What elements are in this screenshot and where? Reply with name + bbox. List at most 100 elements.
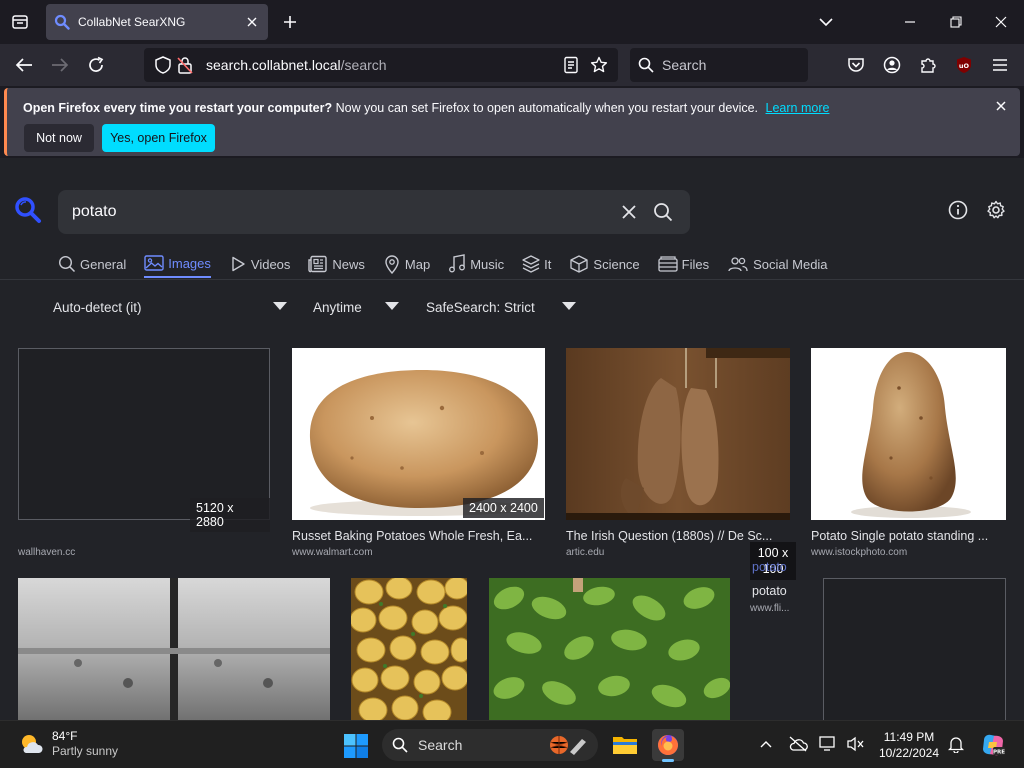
image-result[interactable] bbox=[823, 578, 1006, 720]
start-button[interactable] bbox=[343, 733, 369, 759]
restore-button[interactable] bbox=[944, 10, 968, 34]
result-thumbnail[interactable] bbox=[351, 578, 467, 720]
result-thumbnail[interactable] bbox=[18, 578, 330, 720]
yes-open-firefox-button[interactable]: Yes, open Firefox bbox=[102, 124, 215, 152]
tab-videos[interactable]: Videos bbox=[229, 250, 291, 278]
people-icon bbox=[728, 257, 748, 272]
image-result[interactable] bbox=[18, 578, 330, 720]
tab-map[interactable]: Map bbox=[383, 250, 430, 278]
result-thumbnail[interactable] bbox=[18, 348, 270, 520]
restore-icon bbox=[950, 16, 962, 28]
tab-map-label: Map bbox=[404, 256, 431, 272]
result-thumbnail[interactable] bbox=[811, 348, 1006, 520]
app-menu-button[interactable] bbox=[988, 53, 1012, 77]
clock-time: 11:49 PM bbox=[883, 730, 935, 744]
onedrive-button[interactable] bbox=[787, 733, 809, 755]
minimize-button[interactable] bbox=[898, 10, 922, 34]
music-note-icon bbox=[449, 254, 466, 273]
learn-more-link[interactable]: Learn more bbox=[766, 101, 830, 115]
show-hidden-icons-button[interactable] bbox=[755, 733, 777, 755]
search-query-text[interactable]: potato bbox=[72, 203, 608, 221]
tab-music[interactable]: Music bbox=[448, 250, 504, 278]
window-close-button[interactable] bbox=[989, 10, 1013, 34]
tab-general[interactable]: General bbox=[58, 250, 126, 278]
shield-icon bbox=[155, 56, 171, 74]
tab-social-media[interactable]: Social Media bbox=[727, 250, 828, 278]
account-button[interactable] bbox=[880, 53, 904, 77]
site-info-button[interactable] bbox=[174, 54, 196, 76]
image-result[interactable]: 100 x 100 potato potato www.fli... bbox=[750, 540, 808, 640]
taskbar-search[interactable]: Search bbox=[382, 729, 598, 761]
tab-science[interactable]: Science bbox=[569, 250, 640, 278]
tab-close-button[interactable] bbox=[244, 14, 260, 30]
time-range-select[interactable]: Anytime bbox=[313, 296, 399, 318]
pocket-icon bbox=[848, 58, 864, 72]
notifications-button[interactable] bbox=[945, 733, 967, 755]
list-all-tabs-button[interactable] bbox=[814, 10, 838, 34]
ublock-origin-button[interactable]: uO bbox=[952, 53, 976, 77]
tracking-protection-button[interactable] bbox=[152, 54, 174, 76]
active-app-indicator bbox=[662, 759, 674, 762]
potato-plants-image bbox=[489, 578, 730, 720]
cube-icon bbox=[570, 255, 589, 273]
not-now-button[interactable]: Not now bbox=[24, 124, 94, 152]
network-button[interactable] bbox=[818, 733, 840, 755]
safesearch-select[interactable]: SafeSearch: Strict bbox=[426, 296, 578, 318]
about-button[interactable] bbox=[946, 198, 970, 222]
time-range-value: Anytime bbox=[313, 299, 362, 315]
tab-news[interactable]: News bbox=[308, 250, 365, 278]
image-result[interactable]: 2400 x 2400 Russet Baking Potatoes Whole… bbox=[292, 348, 545, 558]
forward-button[interactable] bbox=[48, 53, 72, 77]
result-url: wallhaven.cc bbox=[18, 547, 76, 558]
tab-images[interactable]: Images bbox=[144, 250, 211, 278]
search-input[interactable]: potato bbox=[58, 190, 690, 234]
image-result[interactable] bbox=[489, 578, 730, 720]
volume-button[interactable] bbox=[844, 733, 866, 755]
tab-searxng[interactable]: CollabNet SearXNG bbox=[46, 4, 268, 40]
result-thumbnail[interactable] bbox=[566, 348, 790, 520]
search-icon bbox=[58, 255, 76, 273]
weather-condition: Partly sunny bbox=[52, 744, 119, 758]
language-select[interactable]: Auto-detect (it) bbox=[53, 296, 289, 318]
reload-button[interactable] bbox=[84, 53, 108, 77]
plus-icon bbox=[284, 16, 296, 28]
clear-search-button[interactable] bbox=[616, 199, 642, 225]
extensions-button[interactable] bbox=[916, 53, 940, 77]
back-button[interactable] bbox=[12, 53, 36, 77]
file-explorer-button[interactable] bbox=[609, 729, 641, 761]
tab-list-button[interactable] bbox=[8, 10, 32, 34]
image-result[interactable]: The Irish Question (1880s) // De Sc... a… bbox=[566, 348, 790, 558]
ublock-shield-icon: uO bbox=[957, 57, 971, 73]
tab-it[interactable]: It bbox=[522, 250, 551, 278]
tab-videos-label: Videos bbox=[250, 256, 291, 272]
reader-view-button[interactable] bbox=[560, 54, 582, 76]
searxng-logo-icon bbox=[15, 197, 41, 223]
searxng-logo[interactable] bbox=[14, 196, 42, 224]
url-bar[interactable]: search.collabnet.local/search bbox=[144, 48, 618, 82]
image-result[interactable]: Potato Single potato standing ... www.is… bbox=[811, 348, 1006, 558]
bell-icon bbox=[948, 737, 964, 753]
windows-taskbar: 84°F Partly sunny Search 11:49 PM 10/22/… bbox=[0, 720, 1024, 768]
result-thumbnail[interactable] bbox=[823, 578, 1006, 720]
notification-close-button[interactable] bbox=[993, 98, 1009, 114]
result-thumbnail[interactable] bbox=[489, 578, 730, 720]
image-result[interactable] bbox=[351, 578, 467, 720]
weather-widget[interactable]: 84°F Partly sunny bbox=[18, 729, 118, 759]
system-clock[interactable]: 11:49 PM 10/22/2024 bbox=[876, 729, 942, 761]
preferences-button[interactable] bbox=[984, 198, 1008, 222]
close-icon bbox=[995, 16, 1007, 28]
clear-icon bbox=[622, 205, 636, 219]
firefox-taskbar-button[interactable] bbox=[652, 729, 684, 762]
new-tab-button[interactable] bbox=[278, 10, 302, 34]
bookmark-button[interactable] bbox=[588, 54, 610, 76]
result-thumbnail[interactable] bbox=[292, 348, 545, 520]
copilot-button[interactable]: PRE bbox=[979, 731, 1007, 759]
layers-icon bbox=[522, 255, 540, 273]
baby-potatoes-image bbox=[351, 578, 467, 720]
tab-science-label: Science bbox=[593, 256, 640, 272]
pocket-button[interactable] bbox=[844, 53, 868, 77]
search-submit-button[interactable] bbox=[650, 199, 676, 225]
web-search-box[interactable]: Search bbox=[630, 48, 808, 82]
image-result[interactable]: 5120 x 2880 wallhaven.cc bbox=[18, 348, 270, 558]
tab-files[interactable]: Files bbox=[658, 250, 709, 278]
